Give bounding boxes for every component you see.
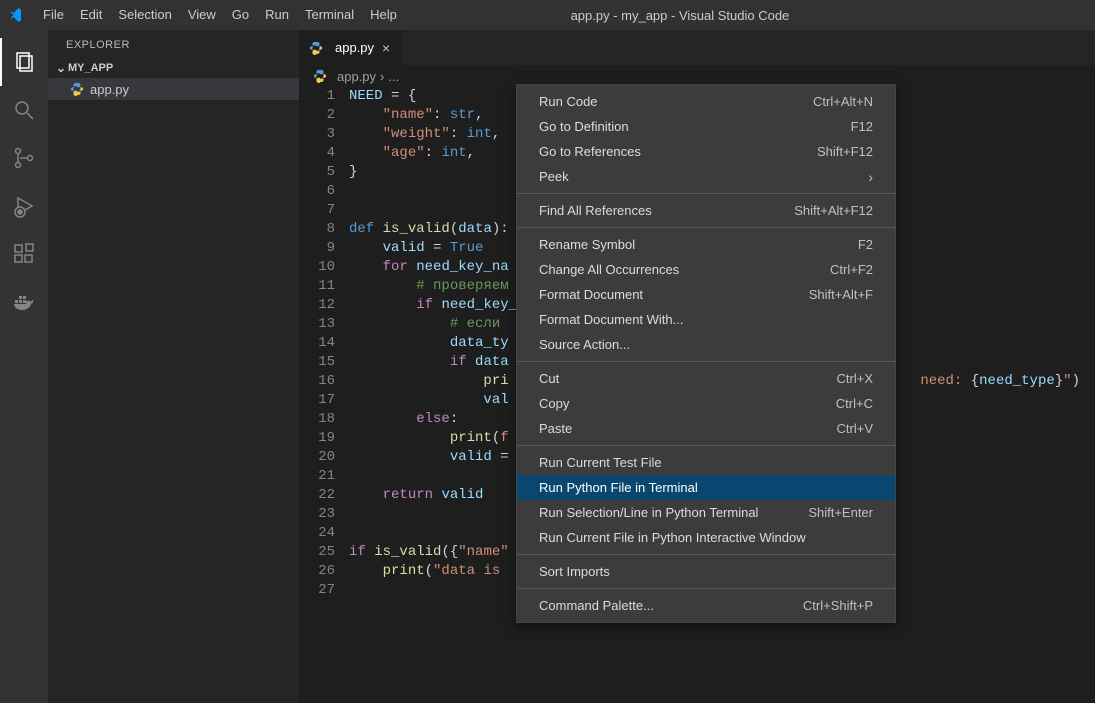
chevron-down-icon: ⌄ — [54, 61, 68, 75]
file-item[interactable]: app.py — [48, 78, 299, 100]
ctx-label: Format Document — [539, 287, 809, 302]
menu-separator — [517, 361, 895, 362]
ctx-shortcut: Ctrl+Shift+P — [803, 598, 873, 613]
folder-name: MY_APP — [68, 62, 113, 74]
ctx-label: Run Selection/Line in Python Terminal — [539, 505, 808, 520]
ctx-label: Command Palette... — [539, 598, 803, 613]
ctx-item[interactable]: Command Palette...Ctrl+Shift+P — [517, 593, 895, 618]
tab-active[interactable]: app.py × — [299, 30, 403, 65]
window-title: app.py - my_app - Visual Studio Code — [405, 8, 955, 23]
ctx-label: Run Current File in Python Interactive W… — [539, 530, 873, 545]
python-file-icon — [313, 69, 327, 83]
ctx-item[interactable]: Run Current File in Python Interactive W… — [517, 525, 895, 550]
menu-separator — [517, 588, 895, 589]
ctx-label: Run Current Test File — [539, 455, 873, 470]
close-icon[interactable]: × — [380, 38, 392, 58]
ctx-label: Run Python File in Terminal — [539, 480, 873, 495]
ctx-item[interactable]: CopyCtrl+C — [517, 391, 895, 416]
ctx-label: Run Code — [539, 94, 813, 109]
run-debug-icon[interactable] — [0, 182, 48, 230]
ctx-label: Format Document With... — [539, 312, 873, 327]
editor-tabs: app.py × — [299, 30, 1095, 65]
menu-item-selection[interactable]: Selection — [110, 0, 179, 30]
ctx-item[interactable]: Go to DefinitionF12 — [517, 114, 895, 139]
menu-separator — [517, 193, 895, 194]
extensions-icon[interactable] — [0, 230, 48, 278]
activity-bar — [0, 30, 48, 703]
ctx-item[interactable]: Rename SymbolF2 — [517, 232, 895, 257]
source-control-icon[interactable] — [0, 134, 48, 182]
ctx-label: Rename Symbol — [539, 237, 858, 252]
python-file-icon — [309, 41, 323, 55]
titlebar: FileEditSelectionViewGoRunTerminalHelp a… — [0, 0, 1095, 30]
ctx-shortcut: Ctrl+X — [837, 371, 873, 386]
line-number-gutter: 1234567891011121314151617181920212223242… — [299, 87, 349, 600]
menubar: FileEditSelectionViewGoRunTerminalHelp — [35, 0, 405, 30]
ctx-label: Peek — [539, 169, 868, 184]
ctx-shortcut: Ctrl+Alt+N — [813, 94, 873, 109]
explorer-icon[interactable] — [0, 38, 48, 86]
ctx-label: Change All Occurrences — [539, 262, 830, 277]
menu-item-edit[interactable]: Edit — [72, 0, 110, 30]
folder-root[interactable]: ⌄ MY_APP — [48, 58, 299, 78]
menu-separator — [517, 554, 895, 555]
search-icon[interactable] — [0, 86, 48, 134]
docker-icon[interactable] — [0, 278, 48, 326]
ctx-label: Find All References — [539, 203, 794, 218]
file-name: app.py — [90, 82, 129, 97]
ctx-item[interactable]: Run Python File in Terminal — [517, 475, 895, 500]
menu-item-run[interactable]: Run — [257, 0, 297, 30]
menu-item-go[interactable]: Go — [224, 0, 257, 30]
ctx-label: Paste — [539, 421, 837, 436]
chevron-right-icon: › — [868, 169, 873, 185]
ctx-label: Go to References — [539, 144, 817, 159]
python-file-icon — [70, 82, 84, 96]
ctx-item[interactable]: PasteCtrl+V — [517, 416, 895, 441]
ctx-item[interactable]: Run Current Test File — [517, 450, 895, 475]
ctx-item[interactable]: Go to ReferencesShift+F12 — [517, 139, 895, 164]
ctx-shortcut: F12 — [851, 119, 873, 134]
ctx-item[interactable]: Format DocumentShift+Alt+F — [517, 282, 895, 307]
breadcrumb-rest: ... — [388, 69, 399, 84]
ctx-item[interactable]: Change All OccurrencesCtrl+F2 — [517, 257, 895, 282]
menu-separator — [517, 227, 895, 228]
ctx-shortcut: Ctrl+C — [836, 396, 873, 411]
breadcrumb-file: app.py — [337, 69, 376, 84]
ctx-shortcut: Ctrl+F2 — [830, 262, 873, 277]
ctx-item[interactable]: Peek› — [517, 164, 895, 189]
ctx-item[interactable]: Source Action... — [517, 332, 895, 357]
ctx-label: Copy — [539, 396, 836, 411]
vscode-icon — [0, 7, 35, 23]
ctx-shortcut: F2 — [858, 237, 873, 252]
ctx-shortcut: Ctrl+V — [837, 421, 873, 436]
ctx-shortcut: Shift+Alt+F12 — [794, 203, 873, 218]
ctx-item[interactable]: Run Selection/Line in Python TerminalShi… — [517, 500, 895, 525]
ctx-label: Source Action... — [539, 337, 873, 352]
menu-item-help[interactable]: Help — [362, 0, 405, 30]
ctx-item[interactable]: Format Document With... — [517, 307, 895, 332]
tab-label: app.py — [335, 40, 374, 55]
context-menu: Run CodeCtrl+Alt+NGo to DefinitionF12Go … — [516, 84, 896, 623]
ctx-label: Cut — [539, 371, 837, 386]
ctx-label: Go to Definition — [539, 119, 851, 134]
menu-item-file[interactable]: File — [35, 0, 72, 30]
menu-item-view[interactable]: View — [180, 0, 224, 30]
ctx-shortcut: Shift+F12 — [817, 144, 873, 159]
chevron-right-icon: › — [380, 69, 384, 84]
explorer-panel: EXPLORER ⌄ MY_APP app.py — [48, 30, 299, 703]
ctx-item[interactable]: Find All ReferencesShift+Alt+F12 — [517, 198, 895, 223]
ctx-label: Sort Imports — [539, 564, 873, 579]
ctx-item[interactable]: Run CodeCtrl+Alt+N — [517, 89, 895, 114]
ctx-item[interactable]: Sort Imports — [517, 559, 895, 584]
menu-item-terminal[interactable]: Terminal — [297, 0, 362, 30]
explorer-title: EXPLORER — [48, 30, 299, 58]
ctx-shortcut: Shift+Enter — [808, 505, 873, 520]
menu-separator — [517, 445, 895, 446]
ctx-item[interactable]: CutCtrl+X — [517, 366, 895, 391]
ctx-shortcut: Shift+Alt+F — [809, 287, 873, 302]
